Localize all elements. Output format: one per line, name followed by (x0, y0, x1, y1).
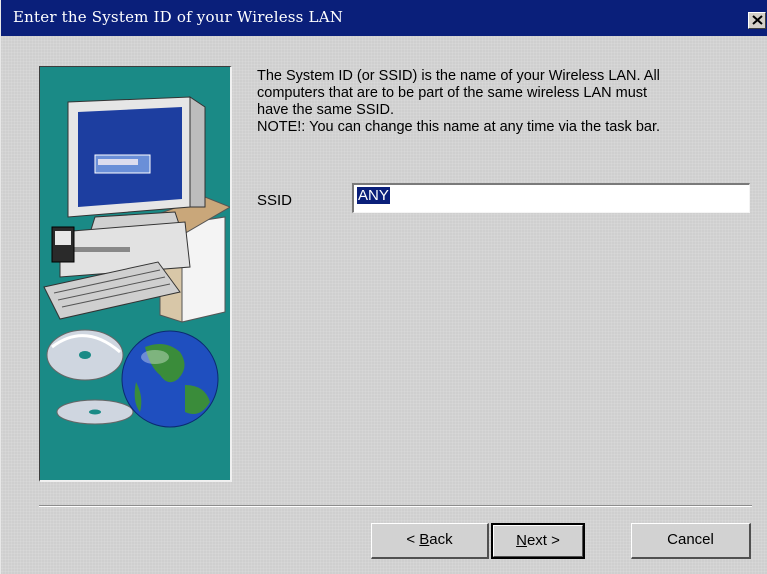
wizard-side-image (39, 66, 232, 482)
next-button[interactable]: Next > (491, 523, 585, 559)
computer-illustration (43, 96, 230, 428)
next-button-label: ext > (526, 532, 560, 549)
cd-disc-illustration (46, 329, 134, 425)
back-button[interactable]: < Back (371, 523, 489, 559)
description-line: NOTE!: You can change this name at any t… (257, 119, 661, 135)
description-line: The System ID (or SSID) is the name of y… (257, 68, 660, 84)
divider (39, 505, 752, 507)
ssid-input-value: ANY (357, 187, 390, 204)
next-button-mnemonic: N (516, 532, 527, 549)
description-line: computers that are to be part of the sam… (257, 85, 648, 101)
ssid-description: The System ID (or SSID) is the name of y… (257, 68, 752, 136)
title-bar[interactable]: Enter the System ID of your Wireless LAN (1, 0, 767, 36)
close-icon (752, 15, 763, 25)
next-button-face: Next > (493, 525, 583, 557)
back-button-label: ack (429, 531, 453, 548)
back-button-prefix: < (406, 531, 420, 548)
cancel-button[interactable]: Cancel (631, 523, 751, 559)
close-button[interactable] (748, 12, 766, 29)
globe-illustration (121, 330, 219, 428)
ssid-label: SSID (257, 192, 293, 209)
description-line: have the same SSID. (257, 102, 395, 118)
window-title: Enter the System ID of your Wireless LAN (13, 8, 344, 26)
ssid-input[interactable]: ANY (352, 183, 750, 213)
wizard-dialog: Enter the System ID of your Wireless LAN (0, 0, 767, 574)
back-button-mnemonic: B (419, 531, 430, 548)
